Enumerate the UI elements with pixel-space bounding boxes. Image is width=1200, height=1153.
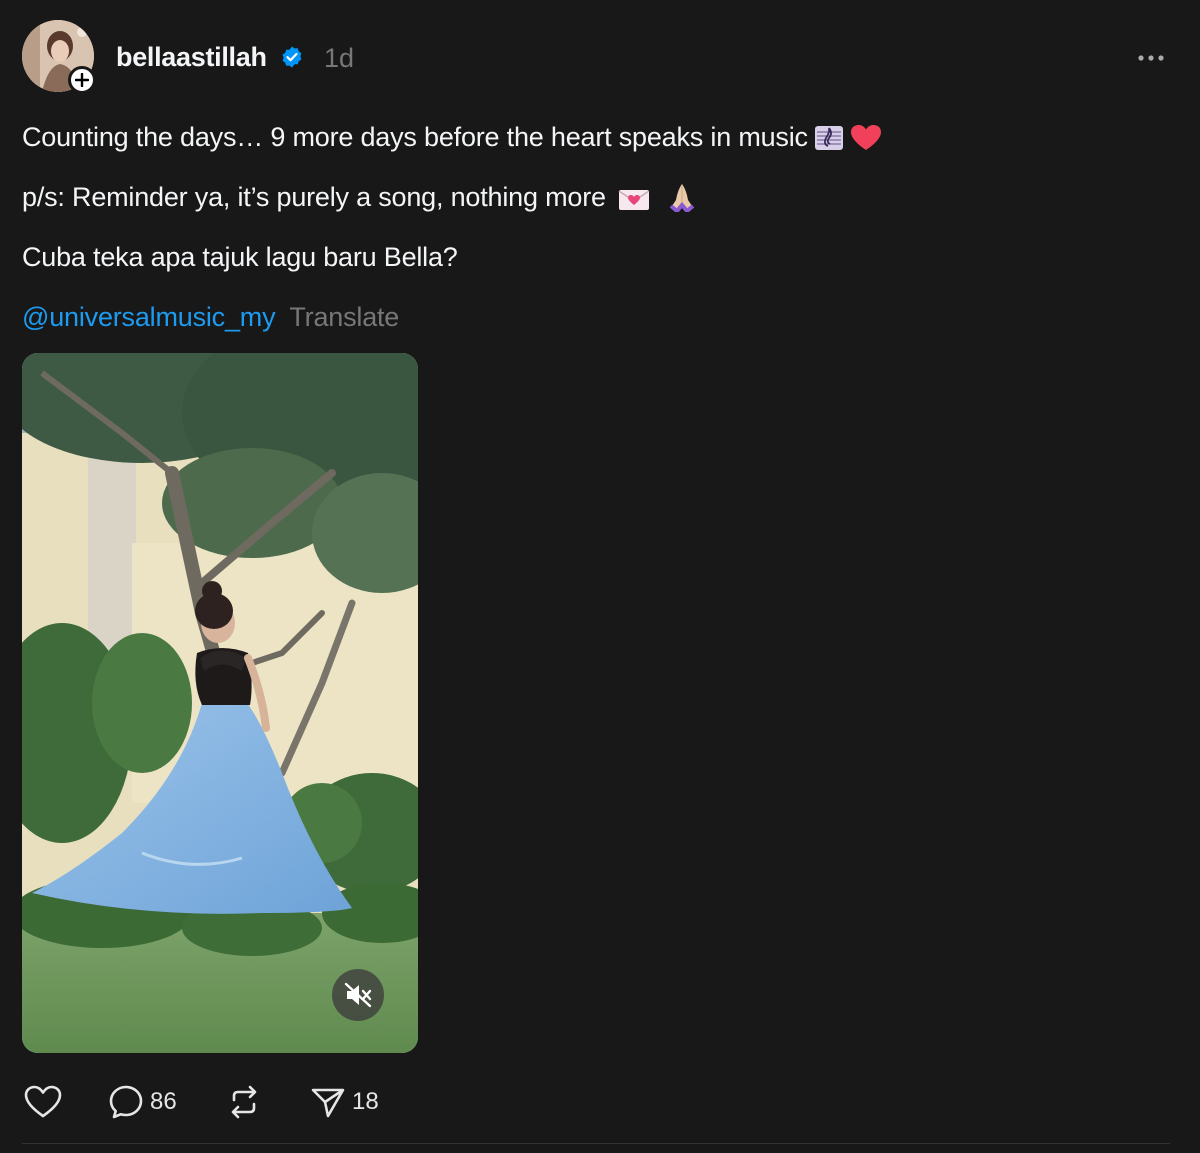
post-text: Counting the days… 9 more days before th… [22, 122, 808, 152]
username[interactable]: bellaastillah [116, 42, 267, 73]
send-icon [311, 1088, 345, 1118]
post-text: p/s: Reminder ya, it’s purely a song, no… [22, 182, 606, 212]
post-text-line: Cuba teka apa tajuk lagu baru Bella? [22, 242, 458, 272]
avatar-container[interactable] [22, 20, 96, 94]
post-divider [22, 1143, 1170, 1144]
mute-toggle-button[interactable] [332, 969, 384, 1021]
music-score-emoji-icon [814, 124, 844, 159]
heart-emoji-icon [850, 124, 882, 159]
translate-link[interactable]: Translate [289, 302, 399, 332]
post: bellaastillah 1d Counting the days… 9 mo… [0, 0, 1200, 1153]
reply-button[interactable]: 86 [108, 1082, 177, 1122]
post-video[interactable] [22, 353, 418, 1053]
follow-plus-icon[interactable] [68, 66, 96, 94]
video-frame-image [22, 353, 418, 1053]
love-letter-emoji-icon [618, 188, 650, 219]
post-timestamp[interactable]: 1d [324, 43, 354, 74]
muted-speaker-icon [344, 982, 372, 1008]
more-options-icon[interactable] [1133, 46, 1169, 70]
mention-link[interactable]: @universalmusic_my [22, 302, 276, 332]
reply-count: 86 [150, 1088, 177, 1115]
folded-hands-emoji-icon [666, 182, 698, 219]
repost-button[interactable] [226, 1082, 262, 1122]
share-count: 18 [352, 1088, 379, 1115]
post-text-line: p/s: Reminder ya, it’s purely a song, no… [22, 182, 698, 219]
mention-line: @universalmusic_my Translate [22, 302, 399, 333]
comment-icon [109, 1085, 143, 1119]
verified-badge-icon [280, 45, 304, 69]
heart-icon [24, 1085, 62, 1118]
repost-icon [231, 1085, 257, 1119]
like-button[interactable] [24, 1082, 62, 1122]
share-button[interactable]: 18 [310, 1082, 379, 1122]
post-text-line: Counting the days… 9 more days before th… [22, 122, 882, 159]
